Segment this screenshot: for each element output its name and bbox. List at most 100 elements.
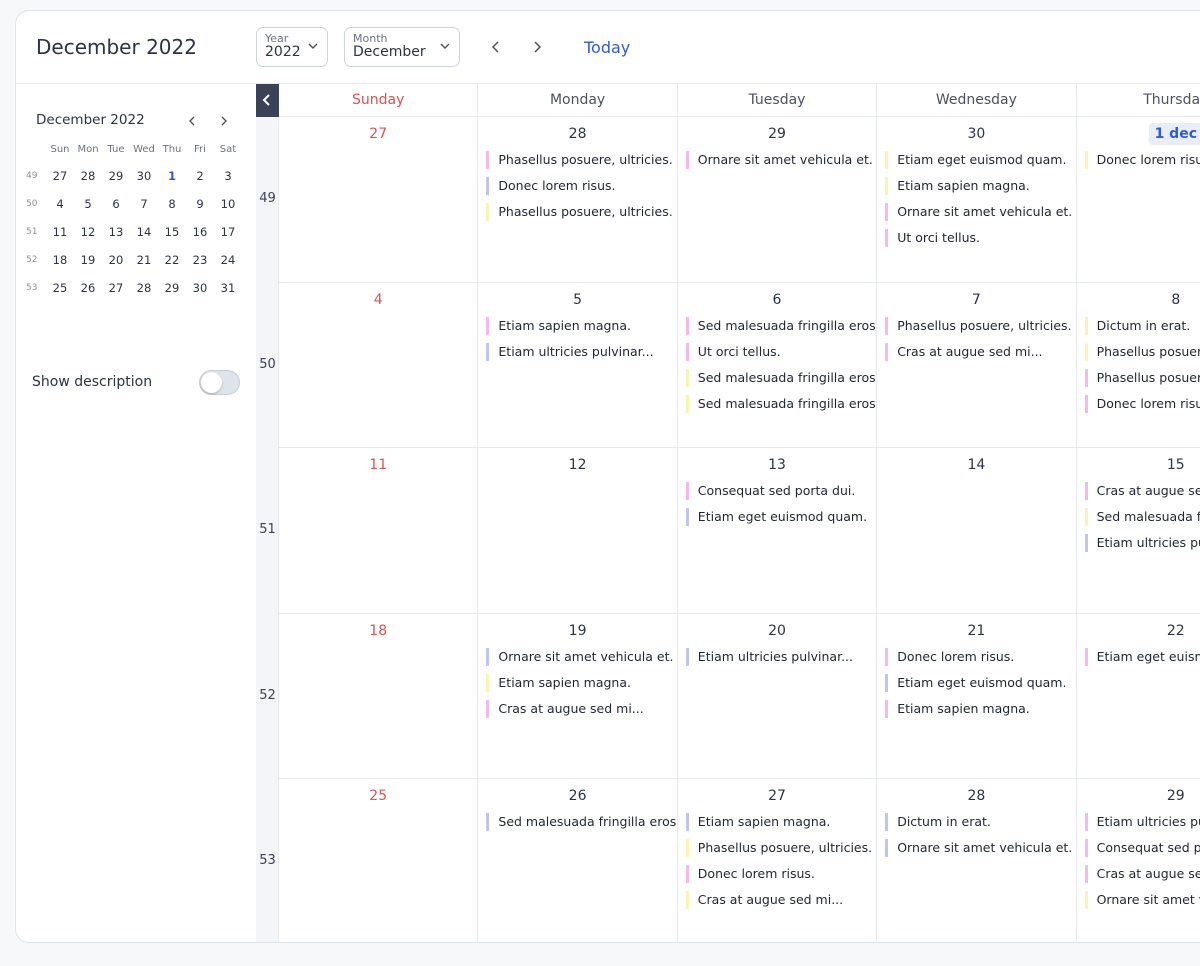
event-item[interactable]: Ornare sit amet vehicula et. xyxy=(885,839,1075,858)
month-select[interactable]: Month December xyxy=(344,27,460,67)
mini-day[interactable]: 29 xyxy=(102,169,130,183)
event-item[interactable]: Etiam eget euismod quam. xyxy=(885,151,1075,169)
mini-day[interactable]: 9 xyxy=(186,197,214,211)
mini-day[interactable]: 28 xyxy=(74,169,102,183)
event-item[interactable]: Etiam ultricies pulvinar... xyxy=(685,647,876,666)
day-cell[interactable]: 26 Sed malesuada fringilla eros. xyxy=(478,779,678,942)
day-cell[interactable]: 8 Dictum in erat. Phasellus posuere Phasell… xyxy=(1076,283,1200,449)
mini-day[interactable]: 26 xyxy=(74,281,102,295)
event-item[interactable]: Sed malesuada fringilla eros. xyxy=(685,394,876,413)
event-item[interactable]: Sed malesuada fringilla eros. xyxy=(685,368,876,387)
event-item[interactable]: Donec lorem risus xyxy=(1084,394,1200,413)
day-cell[interactable]: 15 Cras at augue sed Sed malesuada fri Etia… xyxy=(1076,448,1200,614)
mini-day[interactable]: 30 xyxy=(186,281,214,295)
mini-day[interactable]: 7 xyxy=(130,197,158,211)
event-item[interactable]: Phasellus posuere, ultricies. xyxy=(486,203,676,221)
day-cell[interactable]: 29 Ornare sit amet vehicula et. xyxy=(677,117,878,283)
event-item[interactable]: Ornare sit amet ve xyxy=(1084,891,1200,910)
event-item[interactable]: Ornare sit amet vehicula et. xyxy=(885,203,1075,221)
event-item[interactable]: Phasellus posuere, ultricies. xyxy=(486,151,676,169)
event-item[interactable]: Consequat sed porta dui. xyxy=(685,482,876,501)
mini-day[interactable]: 6 xyxy=(102,197,130,211)
day-cell[interactable]: 27 Etiam sapien magna. Phasellus posuere, … xyxy=(678,779,878,942)
event-item[interactable]: Ut orci tellus. xyxy=(685,342,876,361)
day-cell[interactable]: 6 Sed malesuada fringilla eros. Ut orci te… xyxy=(677,282,878,449)
event-item[interactable]: Etiam sapien magna. xyxy=(486,316,676,335)
day-cell[interactable]: 13 Consequat sed porta dui. Etiam eget eui… xyxy=(677,448,878,614)
event-item[interactable]: Cras at augue sed mi... xyxy=(885,342,1075,361)
mini-day[interactable]: 24 xyxy=(214,253,242,267)
event-item[interactable]: Donec lorem risus. xyxy=(885,647,1075,666)
event-item[interactable]: Ornare sit amet vehicula et. xyxy=(486,647,676,666)
collapse-sidebar-button[interactable] xyxy=(256,84,279,117)
mini-day[interactable]: 3 xyxy=(214,169,242,183)
mini-day[interactable]: 21 xyxy=(130,253,158,267)
event-item[interactable]: Etiam eget euismod quam. xyxy=(885,673,1075,692)
event-item[interactable]: Etiam eget euismod quam. xyxy=(685,508,876,527)
event-item[interactable]: Ut orci tellus. xyxy=(885,229,1075,247)
today-button[interactable]: Today xyxy=(584,38,630,57)
day-cell[interactable]: 20 Etiam ultricies pulvinar... xyxy=(677,613,878,780)
mini-day[interactable]: 27 xyxy=(102,281,130,295)
day-cell[interactable]: 18 xyxy=(279,613,479,780)
event-item[interactable]: Cras at augue sed xyxy=(1084,482,1200,501)
mini-day[interactable]: 14 xyxy=(130,225,158,239)
mini-day[interactable]: 30 xyxy=(130,169,158,183)
mini-day[interactable]: 15 xyxy=(158,225,186,239)
day-cell[interactable]: 29 Etiam ultricies pul Consequat sed po Cra… xyxy=(1077,779,1200,942)
event-item[interactable]: Dictum in erat. xyxy=(885,813,1075,832)
day-cell[interactable]: 5 Etiam sapien magna. Etiam ultricies pulv… xyxy=(478,282,678,449)
day-cell[interactable]: 25 xyxy=(279,779,479,942)
mini-day[interactable]: 17 xyxy=(214,225,242,239)
mini-day[interactable]: 5 xyxy=(74,197,102,211)
day-cell[interactable]: 21 Donec lorem risus. Etiam eget euismod q… xyxy=(877,613,1077,780)
mini-day[interactable]: 31 xyxy=(214,281,242,295)
day-cell[interactable]: 7 Phasellus posuere, ultricies. Cras at au… xyxy=(877,282,1077,449)
event-item[interactable]: Sed malesuada fringilla eros. xyxy=(685,316,876,335)
event-item[interactable]: Dictum in erat. xyxy=(1084,316,1200,335)
event-item[interactable]: Consequat sed po xyxy=(1084,839,1200,858)
mini-next-button[interactable] xyxy=(218,114,230,128)
day-cell[interactable]: 14 xyxy=(877,448,1077,614)
event-item[interactable]: Etiam sapien magna. xyxy=(685,813,876,832)
mini-day[interactable]: 12 xyxy=(74,225,102,239)
event-item[interactable]: Cras at augue sed mi... xyxy=(685,891,876,910)
event-item[interactable]: Etiam ultricies pul xyxy=(1084,813,1200,832)
mini-day[interactable]: 18 xyxy=(46,253,74,267)
mini-day[interactable]: 13 xyxy=(102,225,130,239)
event-item[interactable]: Cras at augue sed xyxy=(1084,865,1200,884)
day-cell[interactable]: 12 xyxy=(478,448,678,614)
event-item[interactable]: Donec lorem risus. xyxy=(1084,151,1200,169)
show-description-toggle[interactable] xyxy=(199,370,240,395)
mini-day[interactable]: 27 xyxy=(46,169,74,183)
event-item[interactable]: Etiam sapien magna. xyxy=(885,699,1075,718)
mini-day[interactable]: 22 xyxy=(158,253,186,267)
year-select[interactable]: Year 2022 xyxy=(256,27,328,67)
mini-day[interactable]: 28 xyxy=(130,281,158,295)
mini-day[interactable]: 2 xyxy=(186,169,214,183)
mini-day[interactable]: 23 xyxy=(186,253,214,267)
mini-day[interactable]: 11 xyxy=(46,225,74,239)
event-item[interactable]: Donec lorem risus. xyxy=(486,177,676,195)
day-cell[interactable]: 27 xyxy=(279,117,479,283)
mini-prev-button[interactable] xyxy=(186,114,198,128)
event-item[interactable]: Phasellus posuere xyxy=(1084,368,1200,387)
event-item[interactable]: Sed malesuada fringilla eros. xyxy=(486,813,677,832)
event-item[interactable]: Etiam sapien magna. xyxy=(885,177,1075,195)
event-item[interactable]: Etiam sapien magna. xyxy=(486,673,676,692)
day-cell[interactable]: 28 Phasellus posuere, ultricies. Donec lor… xyxy=(478,117,678,283)
day-cell[interactable]: 28 Dictum in erat. Ornare sit amet vehicul… xyxy=(877,779,1077,942)
event-item[interactable]: Phasellus posuere, ultricies. xyxy=(685,839,876,858)
event-item[interactable]: Phasellus posuere xyxy=(1084,342,1200,361)
mini-day[interactable]: 4 xyxy=(46,197,74,211)
event-item[interactable]: Donec lorem risus. xyxy=(685,865,876,884)
mini-day[interactable]: 20 xyxy=(102,253,130,267)
event-item[interactable]: Sed malesuada fri xyxy=(1084,508,1200,527)
prev-month-button[interactable] xyxy=(488,37,504,57)
mini-day[interactable]: 16 xyxy=(186,225,214,239)
day-cell[interactable]: 4 xyxy=(279,282,479,449)
mini-day[interactable]: 29 xyxy=(158,281,186,295)
mini-day[interactable]: 25 xyxy=(46,281,74,295)
event-item[interactable]: Phasellus posuere, ultricies. xyxy=(885,316,1075,335)
event-item[interactable]: Etiam ultricies pulvinar... xyxy=(486,342,676,361)
